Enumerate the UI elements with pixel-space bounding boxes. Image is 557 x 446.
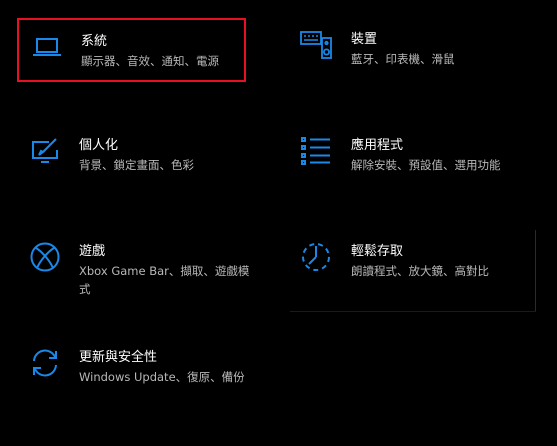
sync-arrows-icon	[29, 347, 61, 379]
xbox-icon	[29, 241, 61, 273]
tile-description: 顯示器、音效、通知、電源	[81, 54, 219, 68]
tile-title: 輕鬆存取	[351, 244, 404, 259]
ease-of-access-icon	[300, 241, 332, 273]
tile-system[interactable]: 系統 顯示器、音效、通知、電源	[17, 18, 246, 82]
tile-description: 背景、鎖定畫面、色彩	[79, 158, 194, 172]
paint-monitor-icon	[29, 136, 61, 168]
tile-title: 裝置	[351, 32, 378, 47]
keyboard-speaker-icon	[300, 29, 332, 61]
tile-personalization[interactable]: 個人化 背景、鎖定畫面、色彩	[17, 124, 246, 188]
tile-apps[interactable]: 應用程式 解除安裝、預設值、選用功能	[290, 124, 536, 188]
tile-hover-edge	[535, 230, 536, 312]
tile-description: 朗讀程式、放大鏡、高對比	[351, 264, 489, 278]
tile-description: Windows Update、復原、備份	[79, 370, 245, 384]
laptop-icon	[31, 31, 63, 63]
tile-ease-of-access[interactable]: 輕鬆存取 朗讀程式、放大鏡、高對比	[290, 230, 536, 312]
apps-list-icon	[300, 135, 332, 167]
tile-description: 解除安裝、預設值、選用功能	[351, 158, 501, 172]
tile-title: 應用程式	[351, 138, 404, 153]
tile-gaming[interactable]: 遊戲 Xbox Game Bar、擷取、遊戲模式	[17, 230, 277, 298]
tile-title: 系統	[81, 34, 108, 49]
tile-title: 遊戲	[79, 244, 106, 259]
tile-title: 更新與安全性	[79, 350, 158, 365]
tile-title: 個人化	[79, 138, 119, 153]
tile-update-security[interactable]: 更新與安全性 Windows Update、復原、備份	[17, 336, 277, 400]
tile-hover-edge	[290, 311, 536, 312]
tile-devices[interactable]: 裝置 藍牙、印表機、滑鼠	[290, 18, 536, 82]
tile-description: Xbox Game Bar、擷取、遊戲模式	[79, 264, 250, 296]
tile-description: 藍牙、印表機、滑鼠	[351, 52, 455, 66]
